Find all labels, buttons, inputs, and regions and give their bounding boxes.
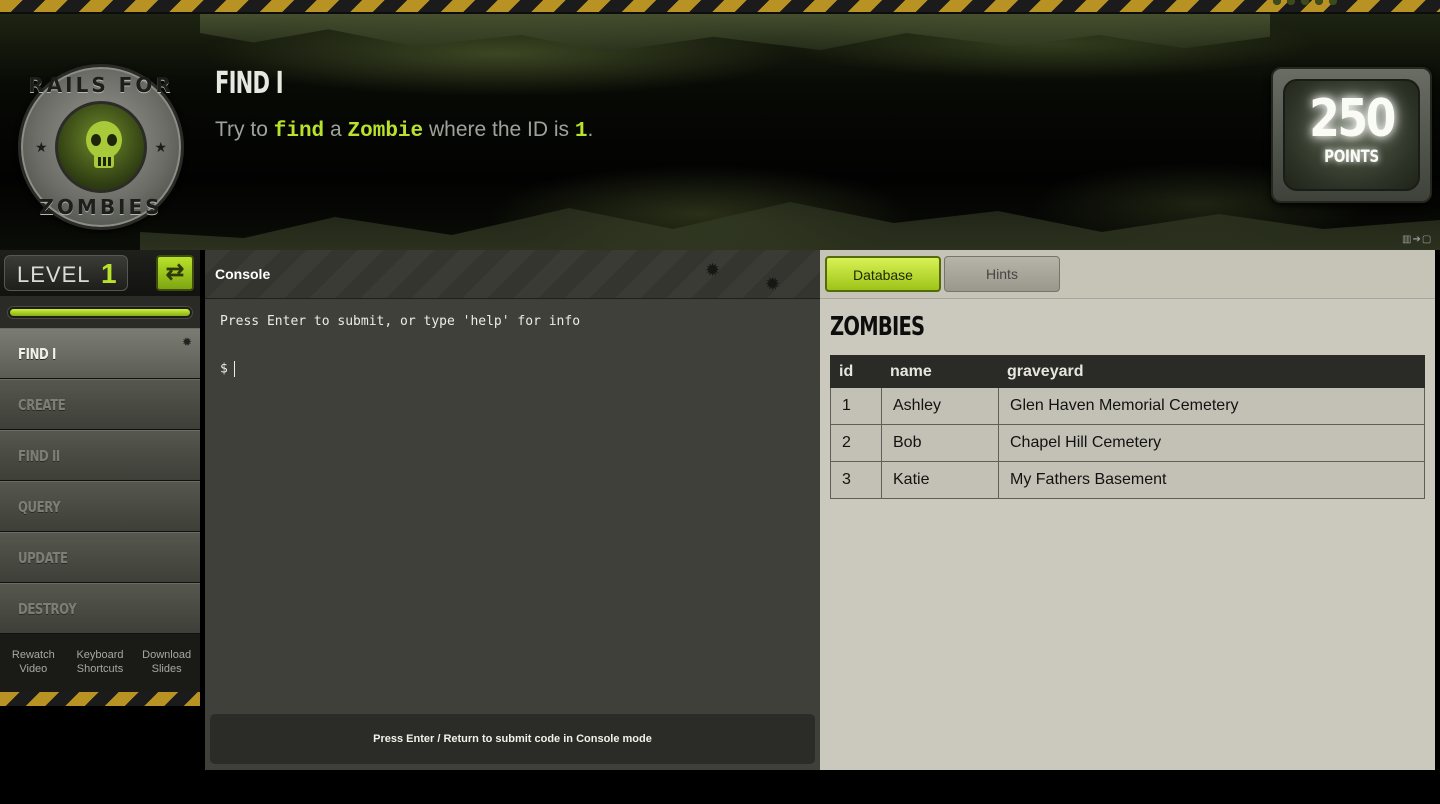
instruction-text: where the ID is — [423, 118, 575, 141]
tab-hints[interactable]: Hints — [944, 256, 1060, 292]
table-cell-id: 3 — [830, 461, 882, 499]
bullet-hole-icon: ✹ — [765, 274, 781, 294]
sidebar-links: Rewatch Video Keyboard Shortcuts Download … — [0, 634, 200, 692]
sidebar-item-label: DESTROY — [18, 600, 77, 618]
sidebar-item-create[interactable]: CREATE — [0, 379, 200, 430]
database-panel: Database Hints ZOMBIES id name graveyard… — [820, 250, 1435, 770]
points-screen: 250 POINTS — [1283, 79, 1420, 191]
table-row: 1 Ashley Glen Haven Memorial Cemetery — [830, 387, 1425, 425]
header-texture-top — [200, 14, 1270, 52]
sidebar-link-rewatch[interactable]: Rewatch Video — [2, 648, 64, 692]
column-header-name: name — [881, 355, 999, 388]
console-info-text: Press Enter to submit, or type 'help' fo… — [220, 314, 581, 329]
level-progress-fill — [10, 309, 190, 316]
swap-arrows-icon: ⇄ — [165, 259, 185, 284]
sidebar-item-find-ii[interactable]: FIND II — [0, 430, 200, 481]
header: RAILS FOR ★ ★ ZOMBIES FIND I Try to find… — [0, 14, 1440, 250]
layout-toggle-icons[interactable]: ▥➔▢ — [1402, 234, 1432, 245]
sidebar-item-label: CREATE — [18, 396, 66, 414]
instruction-text: . — [587, 118, 594, 141]
level-indicator: LEVEL 1 — [4, 255, 128, 291]
logo-top-text: RAILS FOR — [28, 73, 174, 97]
text-cursor — [233, 361, 235, 377]
table-cell-name: Bob — [881, 424, 999, 462]
table-cell-name: Katie — [881, 461, 999, 499]
hazard-stripe-top — [0, 0, 1440, 14]
table-cell-id: 2 — [830, 424, 882, 462]
bullet-hole-icon: ✹ — [705, 260, 721, 280]
logo-emblem — [55, 101, 147, 193]
challenge-instruction: Try to find a Zombie where the ID is 1. — [215, 118, 593, 143]
indicator-lights — [1270, 0, 1340, 6]
header-texture-bottom — [140, 202, 1440, 250]
sidebar-link-download[interactable]: Download Slides — [136, 648, 198, 692]
console-output[interactable]: Press Enter to submit, or type 'help' fo… — [205, 300, 820, 710]
instruction-code: Zombie — [347, 120, 424, 143]
zombies-table: id name graveyard 1 Ashley Glen Haven Memo… — [830, 355, 1425, 499]
sidebar-item-label: QUERY — [18, 498, 61, 516]
table-cell-id: 1 — [830, 387, 882, 425]
tab-database[interactable]: Database — [825, 256, 941, 292]
panel-tabs: Database Hints — [820, 250, 1435, 299]
column-header-graveyard: graveyard — [998, 355, 1425, 388]
table-cell-graveyard: My Fathers Basement — [998, 461, 1425, 499]
sidebar-item-label: FIND II — [18, 447, 60, 465]
logo-bottom-text: ZOMBIES — [39, 195, 163, 219]
sidebar-item-label: FIND I — [18, 345, 56, 363]
instruction-code: find — [273, 120, 325, 143]
table-cell-graveyard: Glen Haven Memorial Cemetery — [998, 387, 1425, 425]
console-title: Console — [215, 266, 271, 282]
instruction-text: a — [324, 118, 348, 141]
table-cell-graveyard: Chapel Hill Cemetery — [998, 424, 1425, 462]
level-bar: LEVEL 1 ⇄ — [0, 250, 200, 296]
level-switch-button[interactable]: ⇄ — [156, 255, 194, 291]
sidebar-item-find-i[interactable]: FIND I ✹ — [0, 328, 200, 379]
challenge-title: FIND I — [215, 66, 284, 101]
sidebar: LEVEL 1 ⇄ FIND I ✹ CREATE FIND II QUERY UPDAT… — [0, 250, 200, 706]
star-icon: ★ — [35, 139, 48, 155]
instruction-code: 1 — [574, 120, 588, 143]
prompt-symbol: $ — [220, 361, 228, 377]
star-icon: ★ — [154, 139, 167, 155]
column-header-id: id — [830, 355, 882, 388]
sidebar-item-update[interactable]: UPDATE — [0, 532, 200, 583]
level-label: LEVEL — [17, 262, 91, 287]
hazard-stripe-sidebar — [0, 692, 200, 706]
console-panel: Console ✹ ✹ Press Enter to submit, or ty… — [205, 250, 820, 770]
level-number: 1 — [101, 258, 117, 289]
sidebar-link-keyboard[interactable]: Keyboard Shortcuts — [69, 648, 131, 692]
rails-for-zombies-logo[interactable]: RAILS FOR ★ ★ ZOMBIES — [18, 64, 184, 230]
table-row: 2 Bob Chapel Hill Cemetery — [830, 424, 1425, 462]
points-value: 250 — [1309, 89, 1396, 149]
table-row: 3 Katie My Fathers Basement — [830, 461, 1425, 499]
console-footer-hint: Press Enter / Return to submit code in C… — [210, 714, 815, 764]
table-cell-name: Ashley — [881, 387, 999, 425]
table-header-row: id name graveyard — [830, 355, 1425, 388]
console-prompt[interactable]: $ — [220, 361, 235, 377]
sidebar-item-destroy[interactable]: DESTROY — [0, 583, 200, 634]
points-label: POINTS — [1324, 147, 1379, 167]
instruction-text: Try to — [215, 118, 274, 141]
challenge-list: FIND I ✹ CREATE FIND II QUERY UPDATE DESTROY — [0, 328, 200, 634]
sidebar-item-query[interactable]: QUERY — [0, 481, 200, 532]
points-display: 250 POINTS — [1271, 67, 1432, 203]
level-progress-bar — [7, 306, 193, 319]
table-title: ZOMBIES — [830, 312, 925, 342]
zombie-skull-icon — [86, 121, 122, 168]
console-header: Console ✹ ✹ — [205, 250, 820, 299]
sidebar-item-label: UPDATE — [18, 549, 68, 567]
bullet-hole-icon: ✹ — [181, 335, 192, 349]
